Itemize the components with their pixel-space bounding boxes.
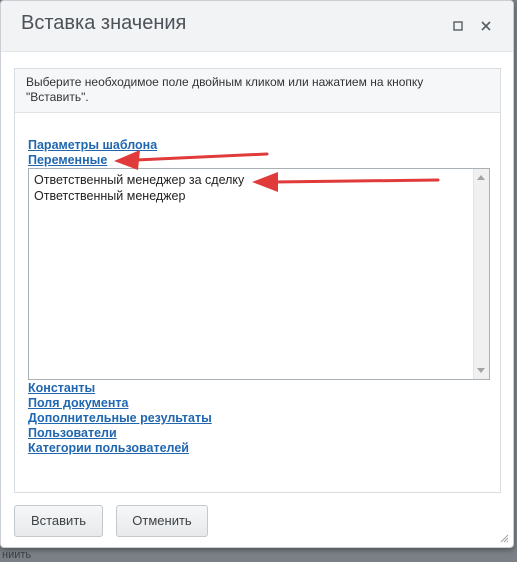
content-panel: Выберите необходимое поле двойным кликом…: [14, 68, 501, 493]
group-link-additional-results[interactable]: Дополнительные результаты: [28, 411, 212, 425]
group-link-template-params[interactable]: Параметры шаблона: [28, 138, 157, 152]
cancel-button[interactable]: Отменить: [116, 505, 208, 537]
resize-grip-icon[interactable]: [499, 533, 509, 543]
scroll-down-icon[interactable]: [477, 368, 485, 373]
list-option[interactable]: Ответственный менеджер: [34, 189, 185, 203]
dialog-titlebar: Вставка значения: [1, 1, 513, 52]
close-button[interactable]: [479, 19, 493, 33]
group-link-variables[interactable]: Переменные: [28, 153, 107, 167]
group-link-user-categories[interactable]: Категории пользователей: [28, 441, 189, 455]
group-link-document-fields[interactable]: Поля документа: [28, 396, 128, 410]
group-link-constants[interactable]: Константы: [28, 381, 95, 395]
hint-box: Выберите необходимое поле двойным кликом…: [15, 69, 500, 113]
insert-button[interactable]: Вставить: [14, 505, 103, 537]
maximize-button[interactable]: [451, 19, 465, 33]
dialog-footer: Вставить Отменить: [1, 497, 513, 547]
list-option[interactable]: Ответственный менеджер за сделку: [34, 173, 244, 187]
dialog-title: Вставка значения: [21, 12, 187, 34]
background-text: ниить: [2, 549, 32, 561]
close-icon: [481, 21, 491, 31]
insert-value-dialog: Вставка значения Выберите необходимое по…: [0, 0, 514, 548]
maximize-icon: [453, 21, 463, 31]
scroll-up-icon[interactable]: [477, 175, 485, 180]
listbox-scrollbar[interactable]: [473, 169, 489, 379]
group-link-users[interactable]: Пользователи: [28, 426, 117, 440]
hint-text: Выберите необходимое поле двойным кликом…: [26, 75, 424, 104]
variables-listbox[interactable]: Ответственный менеджер за сделку Ответст…: [28, 168, 490, 380]
